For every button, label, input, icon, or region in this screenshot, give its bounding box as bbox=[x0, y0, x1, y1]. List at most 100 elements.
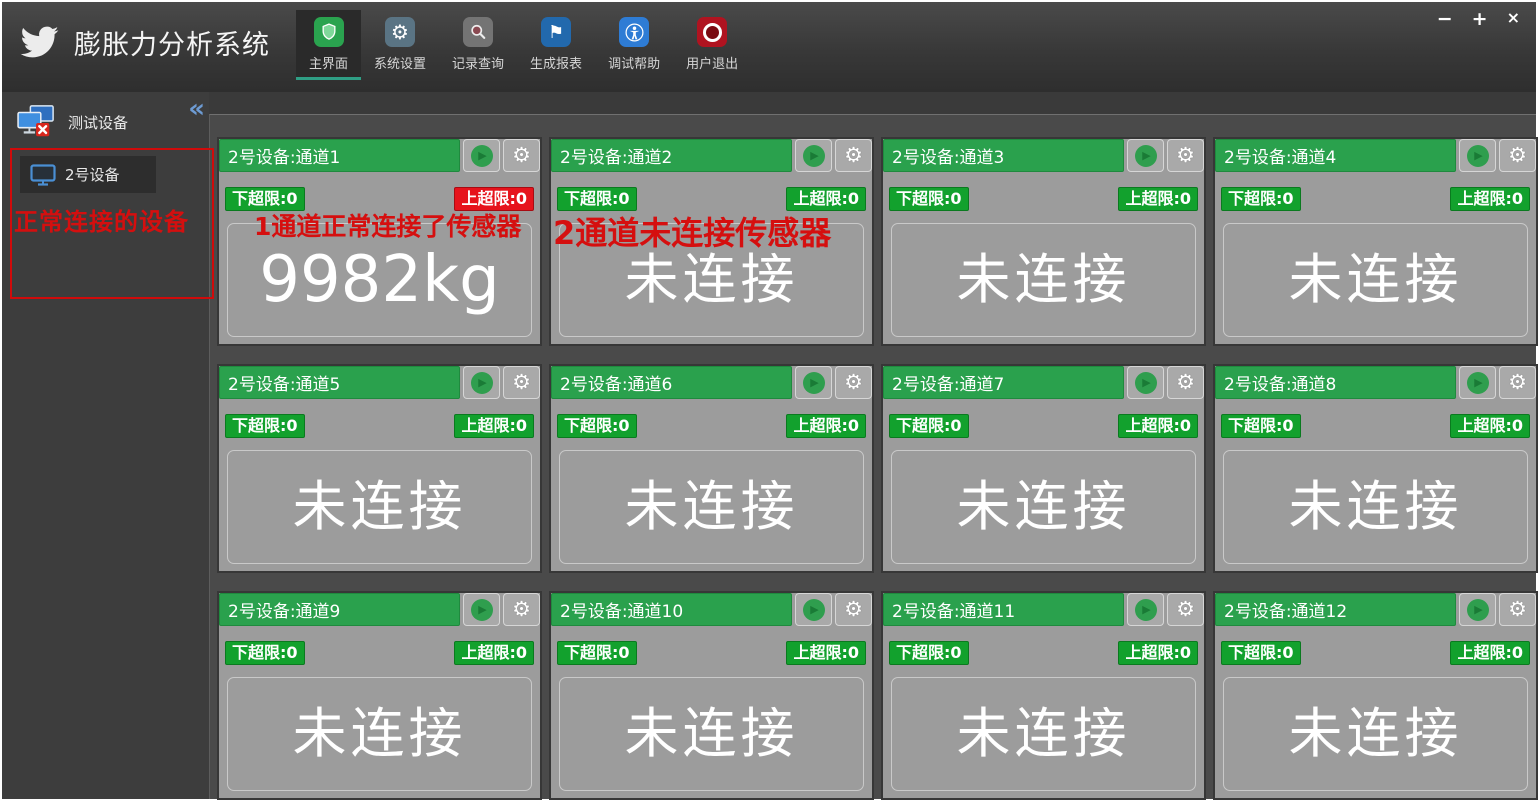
play-icon: ▶ bbox=[470, 144, 493, 167]
channel-settings-button[interactable]: ⚙ bbox=[835, 139, 872, 172]
start-button[interactable]: ▶ bbox=[1127, 593, 1164, 626]
channel-card: 2号设备:通道7 ▶ ⚙ 下超限:0 上超限:0 未连接 bbox=[881, 364, 1206, 573]
sidebar-item-device-2[interactable]: 2号设备 bbox=[20, 156, 156, 193]
limit-badges: 下超限:0 上超限:0 bbox=[889, 187, 1198, 211]
channel-settings-button[interactable]: ⚙ bbox=[1499, 139, 1536, 172]
toolbar-item-record-query[interactable]: 记录查询 bbox=[439, 10, 517, 80]
start-button[interactable]: ▶ bbox=[1459, 593, 1496, 626]
start-button[interactable]: ▶ bbox=[463, 593, 500, 626]
bird-logo-icon bbox=[20, 26, 59, 58]
channel-settings-button[interactable]: ⚙ bbox=[503, 366, 540, 399]
channel-settings-button[interactable]: ⚙ bbox=[1499, 366, 1536, 399]
channel-card: 2号设备:通道6 ▶ ⚙ 下超限:0 上超限:0 未连接 bbox=[549, 364, 874, 573]
toolbar-item-system-settings[interactable]: ⚙ 系统设置 bbox=[361, 10, 439, 80]
close-button[interactable]: × bbox=[1507, 10, 1520, 29]
toolbar-item-debug-help[interactable]: 调试帮助 bbox=[595, 10, 673, 80]
channel-card-header: 2号设备:通道10 ▶ ⚙ bbox=[551, 593, 872, 626]
limit-badges: 下超限:0 上超限:0 bbox=[889, 641, 1198, 665]
reading-box: 未连接 bbox=[227, 450, 532, 564]
toolbar-label: 生成报表 bbox=[530, 57, 583, 72]
annotation-channel2-disconnected: 2通道未连接传感器 bbox=[553, 214, 832, 252]
start-button[interactable]: ▶ bbox=[1127, 139, 1164, 172]
minimize-button[interactable]: − bbox=[1437, 10, 1453, 29]
lower-limit-badge: 下超限:0 bbox=[225, 641, 305, 665]
upper-limit-badge: 上超限:0 bbox=[1450, 414, 1530, 438]
reading-value: 未连接 bbox=[956, 248, 1131, 311]
lower-limit-badge: 下超限:0 bbox=[1221, 414, 1301, 438]
limit-badges: 下超限:0 上超限:0 bbox=[1221, 187, 1530, 211]
channel-settings-button[interactable]: ⚙ bbox=[1167, 593, 1204, 626]
channel-card-body: 下超限:0 上超限:0 9982kg bbox=[219, 172, 540, 344]
channel-card-header: 2号设备:通道6 ▶ ⚙ bbox=[551, 366, 872, 399]
reading-value: 未连接 bbox=[624, 248, 799, 311]
gear-icon: ⚙ bbox=[1508, 370, 1527, 394]
channel-title: 2号设备:通道12 bbox=[1215, 593, 1456, 626]
reading-value: 未连接 bbox=[624, 475, 799, 538]
channel-card-body: 下超限:0 上超限:0 未连接 bbox=[551, 626, 872, 798]
channel-settings-button[interactable]: ⚙ bbox=[835, 593, 872, 626]
start-button[interactable]: ▶ bbox=[795, 593, 832, 626]
channel-title: 2号设备:通道5 bbox=[219, 366, 460, 399]
upper-limit-badge: 上超限:0 bbox=[1118, 187, 1198, 211]
play-icon: ▶ bbox=[470, 371, 493, 394]
channel-card: 2号设备:通道12 ▶ ⚙ 下超限:0 上超限:0 未连接 bbox=[1213, 591, 1538, 800]
start-button[interactable]: ▶ bbox=[795, 139, 832, 172]
limit-badges: 下超限:0 上超限:0 bbox=[557, 641, 866, 665]
channel-card-header: 2号设备:通道9 ▶ ⚙ bbox=[219, 593, 540, 626]
channel-card: 2号设备:通道10 ▶ ⚙ 下超限:0 上超限:0 未连接 bbox=[549, 591, 874, 800]
reading-value: 9982kg bbox=[259, 243, 500, 317]
upper-limit-badge: 上超限:0 bbox=[1450, 641, 1530, 665]
start-button[interactable]: ▶ bbox=[463, 139, 500, 172]
sidebar-red-annotation: 正常连接的设备 bbox=[14, 208, 189, 236]
play-icon: ▶ bbox=[802, 144, 825, 167]
brand: 膨胀力分析系统 bbox=[2, 2, 270, 62]
toolbar-item-main-view[interactable]: 主界面 bbox=[296, 10, 362, 80]
start-button[interactable]: ▶ bbox=[1459, 139, 1496, 172]
start-button[interactable]: ▶ bbox=[463, 366, 500, 399]
upper-limit-badge: 上超限:0 bbox=[786, 414, 866, 438]
channel-settings-button[interactable]: ⚙ bbox=[1499, 593, 1536, 626]
channel-title: 2号设备:通道6 bbox=[551, 366, 792, 399]
sidebar-collapse-button[interactable]: « bbox=[188, 94, 205, 124]
reading-box: 未连接 bbox=[227, 677, 532, 791]
reading-value: 未连接 bbox=[1288, 248, 1463, 311]
report-flag-icon: ⚑ bbox=[541, 17, 572, 47]
reading-value: 未连接 bbox=[624, 702, 799, 765]
gear-icon: ⚙ bbox=[844, 370, 863, 394]
channel-card-header: 2号设备:通道1 ▶ ⚙ bbox=[219, 139, 540, 172]
channel-settings-button[interactable]: ⚙ bbox=[503, 139, 540, 172]
channel-title: 2号设备:通道1 bbox=[219, 139, 460, 172]
start-button[interactable]: ▶ bbox=[1127, 366, 1164, 399]
toolbar-item-user-exit[interactable]: 用户退出 bbox=[673, 10, 751, 80]
debug-person-icon bbox=[619, 17, 650, 47]
red-highlight-box: 2号设备 正常连接的设备 bbox=[10, 148, 214, 299]
gear-icon: ⚙ bbox=[844, 143, 863, 167]
play-icon: ▶ bbox=[1134, 144, 1157, 167]
limit-badges: 下超限:0 上超限:0 bbox=[557, 414, 866, 438]
channel-card-body: 下超限:0 上超限:0 未连接 bbox=[1215, 172, 1536, 344]
sidebar-item-test-devices[interactable]: 测试设备 bbox=[16, 100, 206, 144]
channel-card-header: 2号设备:通道5 ▶ ⚙ bbox=[219, 366, 540, 399]
device-tree-sidebar: 测试设备 « 2号设备 正常连接的设备 bbox=[2, 92, 214, 799]
channel-settings-button[interactable]: ⚙ bbox=[835, 366, 872, 399]
toolbar-item-generate-report[interactable]: ⚑ 生成报表 bbox=[517, 10, 595, 80]
channel-settings-button[interactable]: ⚙ bbox=[1167, 366, 1204, 399]
start-button[interactable]: ▶ bbox=[1459, 366, 1496, 399]
gear-icon: ⚙ bbox=[1508, 143, 1527, 167]
channel-title: 2号设备:通道10 bbox=[551, 593, 792, 626]
reading-box: 未连接 bbox=[891, 450, 1196, 564]
gear-icon: ⚙ bbox=[512, 597, 531, 621]
toolbar-label: 系统设置 bbox=[374, 57, 427, 72]
lower-limit-badge: 下超限:0 bbox=[1221, 187, 1301, 211]
channel-card-header: 2号设备:通道8 ▶ ⚙ bbox=[1215, 366, 1536, 399]
maximize-button[interactable]: + bbox=[1472, 10, 1488, 29]
channel-card: 2号设备:通道11 ▶ ⚙ 下超限:0 上超限:0 未连接 bbox=[881, 591, 1206, 800]
channel-card: 2号设备:通道4 ▶ ⚙ 下超限:0 上超限:0 未连接 bbox=[1213, 137, 1538, 346]
channel-card-body: 下超限:0 上超限:0 未连接 bbox=[883, 626, 1204, 798]
reading-box: 未连接 bbox=[891, 677, 1196, 791]
channel-settings-button[interactable]: ⚙ bbox=[503, 593, 540, 626]
lower-limit-badge: 下超限:0 bbox=[557, 641, 637, 665]
upper-limit-badge: 上超限:0 bbox=[1118, 641, 1198, 665]
start-button[interactable]: ▶ bbox=[795, 366, 832, 399]
channel-settings-button[interactable]: ⚙ bbox=[1167, 139, 1204, 172]
